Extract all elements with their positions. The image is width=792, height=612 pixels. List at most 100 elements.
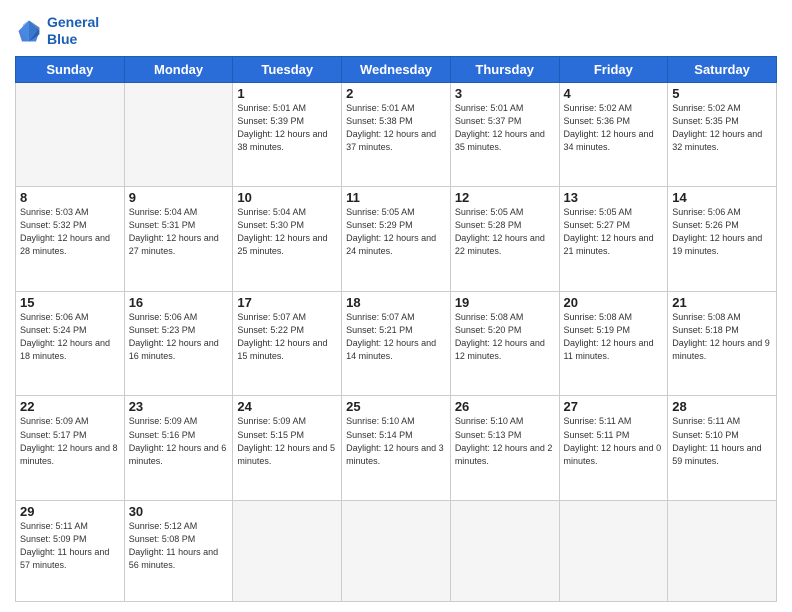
day-number: 10 <box>237 190 337 205</box>
day-info: Sunrise: 5:05 AMSunset: 5:28 PMDaylight:… <box>455 206 555 258</box>
calendar-cell: 3Sunrise: 5:01 AMSunset: 5:37 PMDaylight… <box>450 82 559 187</box>
day-info: Sunrise: 5:08 AMSunset: 5:19 PMDaylight:… <box>564 311 664 363</box>
calendar-cell: 19Sunrise: 5:08 AMSunset: 5:20 PMDayligh… <box>450 291 559 396</box>
day-info: Sunrise: 5:07 AMSunset: 5:22 PMDaylight:… <box>237 311 337 363</box>
day-number: 11 <box>346 190 446 205</box>
day-info: Sunrise: 5:02 AMSunset: 5:35 PMDaylight:… <box>672 102 772 154</box>
calendar-cell <box>559 501 668 602</box>
day-number: 9 <box>129 190 229 205</box>
day-number: 5 <box>672 86 772 101</box>
day-number: 24 <box>237 399 337 414</box>
day-number: 21 <box>672 295 772 310</box>
day-info: Sunrise: 5:06 AMSunset: 5:26 PMDaylight:… <box>672 206 772 258</box>
calendar-cell: 2Sunrise: 5:01 AMSunset: 5:38 PMDaylight… <box>342 82 451 187</box>
calendar-cell: 22Sunrise: 5:09 AMSunset: 5:17 PMDayligh… <box>16 396 125 501</box>
day-number: 25 <box>346 399 446 414</box>
day-info: Sunrise: 5:11 AMSunset: 5:09 PMDaylight:… <box>20 520 120 572</box>
header: General Blue <box>15 10 777 48</box>
day-info: Sunrise: 5:08 AMSunset: 5:20 PMDaylight:… <box>455 311 555 363</box>
calendar-cell <box>450 501 559 602</box>
weekday-header-wednesday: Wednesday <box>342 56 451 82</box>
day-info: Sunrise: 5:09 AMSunset: 5:17 PMDaylight:… <box>20 415 120 467</box>
weekday-header-friday: Friday <box>559 56 668 82</box>
day-number: 29 <box>20 504 120 519</box>
calendar-week-row: 1Sunrise: 5:01 AMSunset: 5:39 PMDaylight… <box>16 82 777 187</box>
weekday-header-saturday: Saturday <box>668 56 777 82</box>
day-number: 1 <box>237 86 337 101</box>
day-number: 4 <box>564 86 664 101</box>
day-number: 16 <box>129 295 229 310</box>
calendar-cell: 20Sunrise: 5:08 AMSunset: 5:19 PMDayligh… <box>559 291 668 396</box>
day-info: Sunrise: 5:09 AMSunset: 5:15 PMDaylight:… <box>237 415 337 467</box>
calendar-cell: 30Sunrise: 5:12 AMSunset: 5:08 PMDayligh… <box>124 501 233 602</box>
day-number: 18 <box>346 295 446 310</box>
day-number: 30 <box>129 504 229 519</box>
day-number: 3 <box>455 86 555 101</box>
day-info: Sunrise: 5:02 AMSunset: 5:36 PMDaylight:… <box>564 102 664 154</box>
calendar-cell: 24Sunrise: 5:09 AMSunset: 5:15 PMDayligh… <box>233 396 342 501</box>
calendar-cell: 15Sunrise: 5:06 AMSunset: 5:24 PMDayligh… <box>16 291 125 396</box>
calendar-cell <box>233 501 342 602</box>
day-number: 27 <box>564 399 664 414</box>
calendar-table: SundayMondayTuesdayWednesdayThursdayFrid… <box>15 56 777 602</box>
day-info: Sunrise: 5:06 AMSunset: 5:23 PMDaylight:… <box>129 311 229 363</box>
day-number: 14 <box>672 190 772 205</box>
day-number: 19 <box>455 295 555 310</box>
day-info: Sunrise: 5:06 AMSunset: 5:24 PMDaylight:… <box>20 311 120 363</box>
day-number: 28 <box>672 399 772 414</box>
day-info: Sunrise: 5:12 AMSunset: 5:08 PMDaylight:… <box>129 520 229 572</box>
day-info: Sunrise: 5:04 AMSunset: 5:30 PMDaylight:… <box>237 206 337 258</box>
calendar-week-row: 22Sunrise: 5:09 AMSunset: 5:17 PMDayligh… <box>16 396 777 501</box>
calendar-cell <box>668 501 777 602</box>
logo: General Blue <box>15 14 99 48</box>
calendar-cell: 14Sunrise: 5:06 AMSunset: 5:26 PMDayligh… <box>668 187 777 292</box>
day-number: 2 <box>346 86 446 101</box>
weekday-header-row: SundayMondayTuesdayWednesdayThursdayFrid… <box>16 56 777 82</box>
day-number: 22 <box>20 399 120 414</box>
calendar-week-row: 29Sunrise: 5:11 AMSunset: 5:09 PMDayligh… <box>16 501 777 602</box>
day-info: Sunrise: 5:04 AMSunset: 5:31 PMDaylight:… <box>129 206 229 258</box>
calendar-cell: 25Sunrise: 5:10 AMSunset: 5:14 PMDayligh… <box>342 396 451 501</box>
calendar-week-row: 8Sunrise: 5:03 AMSunset: 5:32 PMDaylight… <box>16 187 777 292</box>
calendar-cell: 12Sunrise: 5:05 AMSunset: 5:28 PMDayligh… <box>450 187 559 292</box>
day-info: Sunrise: 5:01 AMSunset: 5:38 PMDaylight:… <box>346 102 446 154</box>
calendar-cell <box>342 501 451 602</box>
calendar-cell: 27Sunrise: 5:11 AMSunset: 5:11 PMDayligh… <box>559 396 668 501</box>
day-number: 12 <box>455 190 555 205</box>
calendar-cell: 10Sunrise: 5:04 AMSunset: 5:30 PMDayligh… <box>233 187 342 292</box>
day-number: 20 <box>564 295 664 310</box>
calendar-week-row: 15Sunrise: 5:06 AMSunset: 5:24 PMDayligh… <box>16 291 777 396</box>
calendar-cell: 4Sunrise: 5:02 AMSunset: 5:36 PMDaylight… <box>559 82 668 187</box>
day-info: Sunrise: 5:10 AMSunset: 5:14 PMDaylight:… <box>346 415 446 467</box>
day-number: 13 <box>564 190 664 205</box>
calendar-cell: 1Sunrise: 5:01 AMSunset: 5:39 PMDaylight… <box>233 82 342 187</box>
weekday-header-tuesday: Tuesday <box>233 56 342 82</box>
calendar-cell <box>124 82 233 187</box>
calendar-cell: 17Sunrise: 5:07 AMSunset: 5:22 PMDayligh… <box>233 291 342 396</box>
logo-icon <box>15 17 43 45</box>
day-number: 23 <box>129 399 229 414</box>
day-info: Sunrise: 5:01 AMSunset: 5:39 PMDaylight:… <box>237 102 337 154</box>
day-info: Sunrise: 5:09 AMSunset: 5:16 PMDaylight:… <box>129 415 229 467</box>
calendar-cell: 29Sunrise: 5:11 AMSunset: 5:09 PMDayligh… <box>16 501 125 602</box>
day-info: Sunrise: 5:10 AMSunset: 5:13 PMDaylight:… <box>455 415 555 467</box>
weekday-header-monday: Monday <box>124 56 233 82</box>
day-info: Sunrise: 5:05 AMSunset: 5:29 PMDaylight:… <box>346 206 446 258</box>
logo-text: General Blue <box>47 14 99 48</box>
calendar-cell: 13Sunrise: 5:05 AMSunset: 5:27 PMDayligh… <box>559 187 668 292</box>
page: General Blue SundayMondayTuesdayWednesda… <box>0 0 792 612</box>
day-number: 26 <box>455 399 555 414</box>
weekday-header-sunday: Sunday <box>16 56 125 82</box>
calendar-cell: 26Sunrise: 5:10 AMSunset: 5:13 PMDayligh… <box>450 396 559 501</box>
day-info: Sunrise: 5:11 AMSunset: 5:10 PMDaylight:… <box>672 415 772 467</box>
day-number: 15 <box>20 295 120 310</box>
calendar-cell: 5Sunrise: 5:02 AMSunset: 5:35 PMDaylight… <box>668 82 777 187</box>
calendar-cell: 23Sunrise: 5:09 AMSunset: 5:16 PMDayligh… <box>124 396 233 501</box>
calendar-cell: 18Sunrise: 5:07 AMSunset: 5:21 PMDayligh… <box>342 291 451 396</box>
day-number: 8 <box>20 190 120 205</box>
calendar-cell: 9Sunrise: 5:04 AMSunset: 5:31 PMDaylight… <box>124 187 233 292</box>
calendar-cell: 11Sunrise: 5:05 AMSunset: 5:29 PMDayligh… <box>342 187 451 292</box>
calendar-cell: 16Sunrise: 5:06 AMSunset: 5:23 PMDayligh… <box>124 291 233 396</box>
day-info: Sunrise: 5:05 AMSunset: 5:27 PMDaylight:… <box>564 206 664 258</box>
day-info: Sunrise: 5:01 AMSunset: 5:37 PMDaylight:… <box>455 102 555 154</box>
